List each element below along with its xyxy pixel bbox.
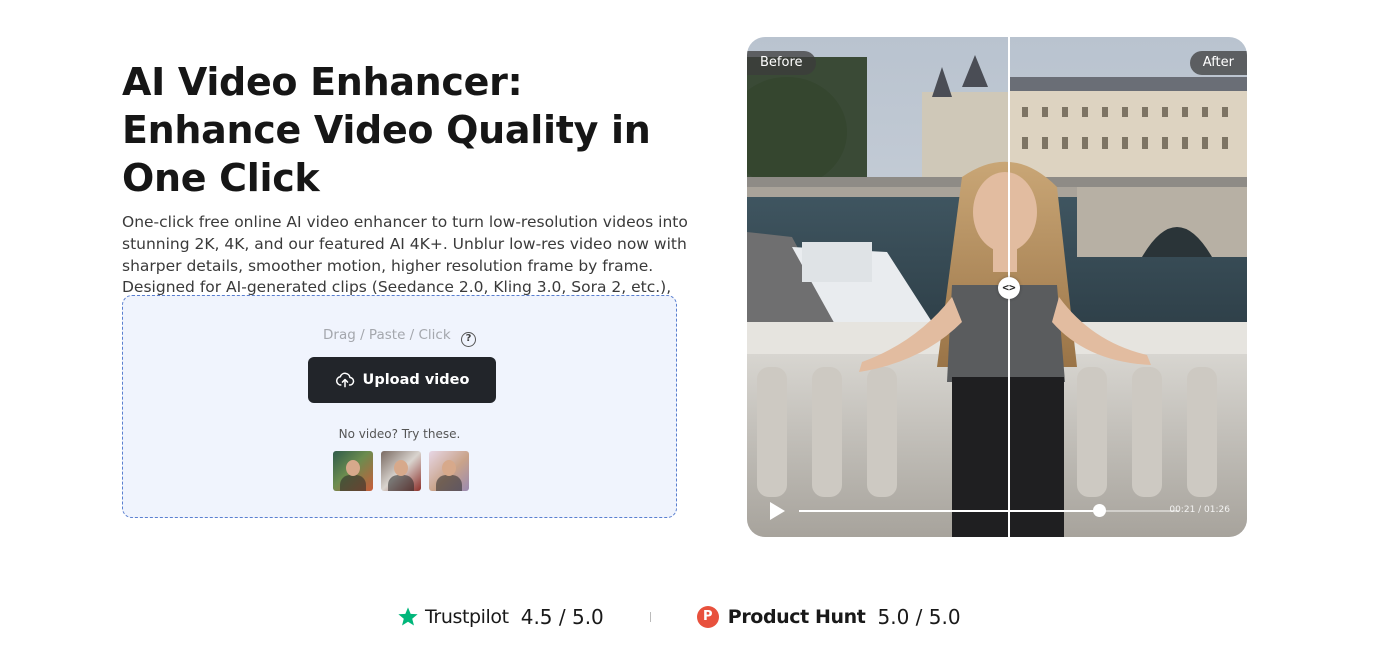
ratings-divider <box>649 612 651 622</box>
producthunt-icon: P <box>696 606 719 628</box>
producthunt-score: 5.0 / 5.0 <box>877 605 961 629</box>
star-icon <box>398 607 418 626</box>
upload-video-label: Upload video <box>362 372 470 388</box>
upload-hint-text: Drag / Paste / Click <box>323 327 451 343</box>
cloud-upload-icon <box>335 372 354 388</box>
sample-video-thumbnail[interactable] <box>381 451 421 491</box>
comparison-video-frame <box>747 37 1247 537</box>
sample-video-thumbnail[interactable] <box>429 451 469 491</box>
question-circle-icon[interactable]: ? <box>460 332 476 347</box>
upload-dropzone[interactable]: Drag / Paste / Click ? Upload video No v… <box>122 295 677 518</box>
after-label: After <box>1189 51 1247 75</box>
trustpilot-rating[interactable]: Trustpilot 4.5 / 5.0 <box>397 605 604 629</box>
upload-hint: Drag / Paste / Click ? <box>123 327 676 347</box>
video-time: 00:21 / 01:26 <box>1169 505 1230 515</box>
sample-videos <box>333 451 469 491</box>
producthunt-rating[interactable]: P Product Hunt 5.0 / 5.0 <box>696 605 961 629</box>
before-label: Before <box>747 51 816 75</box>
before-after-video-player[interactable]: Before After <> 00:21 / 01:26 <box>747 37 1247 537</box>
trustpilot-brand: Trustpilot <box>425 606 509 628</box>
page-title: AI Video Enhancer: Enhance Video Quality… <box>122 60 651 200</box>
sample-videos-label: No video? Try these. <box>338 427 461 441</box>
sample-video-thumbnail[interactable] <box>333 451 373 491</box>
video-progress-bar[interactable] <box>799 504 1179 517</box>
producthunt-brand: Product Hunt <box>727 606 866 628</box>
play-icon[interactable] <box>767 501 787 521</box>
trustpilot-score: 4.5 / 5.0 <box>520 605 604 629</box>
video-progress-fill <box>799 510 1100 512</box>
comparison-slider-handle[interactable]: <> <box>998 277 1020 299</box>
upload-video-button[interactable]: Upload video <box>308 357 496 403</box>
ratings-bar: Trustpilot 4.5 / 5.0 P Product Hunt 5.0 … <box>397 603 961 631</box>
